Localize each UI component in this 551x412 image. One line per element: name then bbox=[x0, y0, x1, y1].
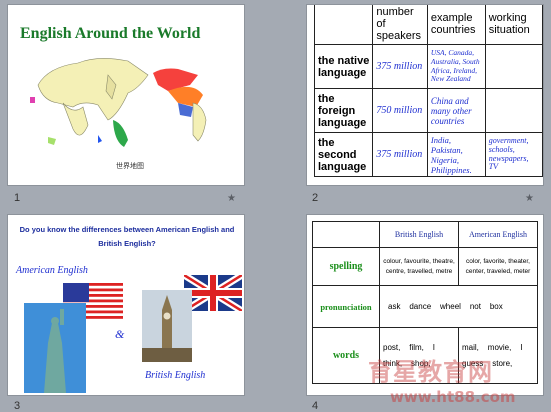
slide-title: English Around the World bbox=[20, 25, 201, 42]
slide-number-4: 4 bbox=[312, 400, 319, 412]
british-cell: ask dance wheel not box bbox=[379, 285, 538, 328]
speakers-cell: 375 million bbox=[372, 132, 428, 177]
american-cell: color, favorite, theater, center, travel… bbox=[458, 247, 538, 286]
countries-cell: USA, Canada, Australia, South Africa, Ir… bbox=[426, 44, 486, 89]
speakers-cell: 375 million bbox=[372, 44, 428, 89]
row-label: the native language bbox=[313, 44, 374, 89]
slide-number-3: 3 bbox=[14, 400, 21, 412]
countries-cell: India, Pakistan, Nigeria, Philippines. bbox=[426, 132, 486, 177]
slide-thumbnail-2[interactable]: number of speakers example countries wor… bbox=[306, 4, 544, 186]
situation-cell bbox=[484, 88, 543, 133]
big-ben-image bbox=[142, 290, 192, 362]
slide-transition-icon: ★ bbox=[525, 193, 534, 204]
row-label-spelling: spelling bbox=[312, 247, 380, 286]
situation-cell bbox=[484, 44, 543, 89]
watermark-url: www.ht88.com bbox=[390, 388, 516, 406]
watermark-text: 育星教育网 bbox=[368, 358, 493, 386]
header-countries: example countries bbox=[426, 5, 486, 45]
world-map-image bbox=[30, 58, 207, 147]
ampersand: & bbox=[115, 327, 125, 341]
header-british-english: British English bbox=[379, 221, 459, 248]
british-cell: colour, favourite, theatre, centre, trav… bbox=[379, 247, 459, 286]
british-english-label: British English bbox=[145, 370, 206, 381]
languages-table: number of speakers example countries wor… bbox=[313, 5, 543, 177]
slide-number-2: 2 bbox=[312, 192, 319, 204]
slide-thumbnail-1[interactable]: English Around the World 世界地图 bbox=[7, 4, 245, 186]
slide-thumbnail-3[interactable]: Do you know the differences between Amer… bbox=[7, 214, 245, 396]
row-label: the second language bbox=[313, 132, 374, 177]
row-label: the foreign language bbox=[313, 88, 374, 133]
map-caption: 世界地图 bbox=[116, 163, 144, 170]
question-text: Do you know the differences between Amer… bbox=[19, 225, 235, 249]
slide-transition-icon: ★ bbox=[227, 193, 236, 204]
situation-cell: government, schools, newspapers, TV bbox=[484, 132, 543, 177]
header-american-english: American English bbox=[458, 221, 538, 248]
statue-of-liberty-image bbox=[24, 303, 86, 393]
slide-number-1: 1 bbox=[14, 192, 21, 204]
speakers-cell: 750 million bbox=[372, 88, 428, 133]
countries-cell: China and many other countries bbox=[426, 88, 486, 133]
header-speakers: number of speakers bbox=[372, 5, 428, 45]
row-label-pronunciation: pronunciation bbox=[312, 285, 380, 328]
american-english-label: American English bbox=[16, 265, 88, 276]
header-situation: working situation bbox=[484, 5, 543, 45]
uk-flag-image bbox=[184, 275, 242, 311]
